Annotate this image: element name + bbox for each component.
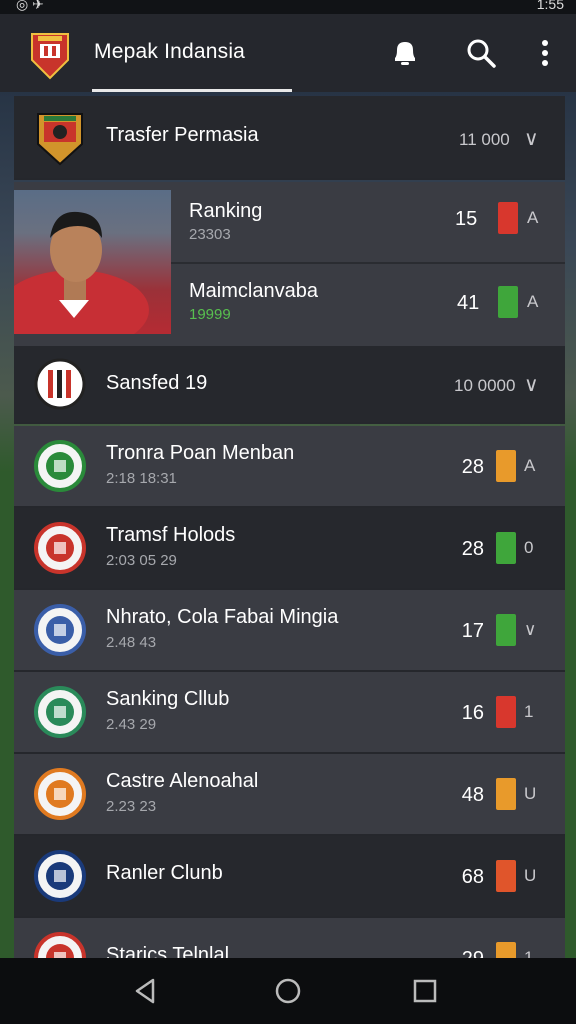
team-trail: 0 [524, 538, 534, 557]
team-name: Ranler Clunb [106, 862, 223, 884]
list-header[interactable]: Trasfer Permasia 11 000 ∨ [14, 96, 565, 180]
player-row-trail: A [527, 292, 539, 311]
team-name: Starics Telnlal [106, 944, 230, 958]
player-row-badge [498, 202, 518, 234]
team-number: 28 [461, 538, 484, 560]
status-badge [496, 614, 516, 646]
team-row[interactable]: Tronra Poan Menban 2:18 18:31 28 A [14, 426, 565, 508]
transfer-list: Trasfer Permasia 11 000 ∨ Ranking 23303 … [14, 96, 565, 958]
team-number: 68 [461, 866, 484, 888]
app-title: Mepak Indansia [94, 40, 246, 63]
team-sub: 2.43 29 [106, 716, 157, 733]
player-row-sub: 23303 [189, 226, 231, 243]
player-row-name: Maimclanvaba [189, 280, 318, 302]
status-badge [496, 696, 516, 728]
active-tab-indicator [92, 89, 292, 92]
bell-icon[interactable] [388, 36, 422, 70]
club-crest-icon [34, 358, 86, 410]
search-icon[interactable] [464, 36, 498, 70]
club-crest-icon [34, 440, 86, 492]
section-title: Sansfed 19 [106, 372, 208, 394]
team-name: Nhrato, Cola Fabai Mingia [106, 606, 339, 628]
chevron-down-icon[interactable]: ∨ [524, 372, 539, 397]
team-name: Tramsf Holods [106, 524, 236, 546]
team-name: Castre Alenoahal [106, 770, 259, 792]
team-number: 16 [461, 702, 484, 724]
club-crest-icon [37, 113, 83, 166]
club-crest-icon [34, 768, 86, 820]
team-trail: U [524, 866, 537, 885]
player-row-trail: A [527, 208, 539, 227]
home-icon[interactable] [273, 976, 303, 1006]
team-name: Tronra Poan Menban [106, 442, 295, 464]
club-crest-icon [34, 604, 86, 656]
team-number: 48 [461, 784, 484, 806]
team-row[interactable]: Tramsf Holods 2:03 05 29 28 0 [14, 508, 565, 590]
app-logo-icon [31, 33, 69, 80]
player-row-maimclanvaba[interactable]: Maimclanvaba 19999 41 A [171, 264, 565, 346]
team-trail: 1 [524, 702, 534, 721]
team-sub: 2:03 05 29 [106, 552, 177, 569]
back-icon[interactable] [131, 976, 161, 1006]
system-nav-bar [0, 958, 576, 1024]
status-badge [496, 942, 516, 958]
player-card: Ranking 23303 15 A Maimclanvaba 19999 41… [14, 182, 565, 346]
team-sub: 2.48 43 [106, 634, 157, 651]
club-crest-icon [34, 686, 86, 738]
chevron-down-icon[interactable]: ∨ [524, 126, 539, 151]
team-number: 17 [461, 620, 484, 642]
club-crest-icon [34, 932, 86, 958]
team-row[interactable]: Castre Alenoahal 2.23 23 48 U [14, 754, 565, 836]
team-number: 29 [444, 948, 484, 958]
club-crest-icon [34, 522, 86, 574]
player-row-name: Ranking [189, 200, 263, 222]
team-trail: A [524, 456, 536, 475]
section-header[interactable]: Sansfed 19 10 0000 ∨ [14, 346, 565, 424]
team-name: Sanking Cllub [106, 688, 230, 710]
player-row-sub: 19999 [189, 306, 231, 323]
team-number: 28 [461, 456, 484, 478]
team-row[interactable]: Nhrato, Cola Fabai Mingia 2.48 43 17 ∨ [14, 590, 565, 672]
status-badge [496, 450, 516, 482]
player-row-badge [498, 286, 518, 318]
status-badge [496, 778, 516, 810]
club-crest-icon [34, 850, 86, 902]
app-bar: Mepak Indansia [0, 14, 576, 92]
status-badge [496, 532, 516, 564]
status-time: 1:55 [536, 0, 564, 12]
status-bar: ◎ ✈ 1:55 [0, 0, 576, 14]
player-row-ranking[interactable]: Ranking 23303 15 A [171, 182, 565, 264]
team-trail: U [524, 784, 537, 803]
section-count: 10 0000 [454, 376, 516, 395]
team-row[interactable]: Starics Telnlal 29 1 [14, 918, 565, 958]
status-badge [496, 860, 516, 892]
team-row[interactable]: Sanking Cllub 2.43 29 16 1 [14, 672, 565, 754]
team-trail: 1 [524, 948, 534, 958]
player-row-num: 41 [457, 292, 480, 314]
team-sub: 2.23 23 [106, 798, 157, 815]
team-sub: 2:18 18:31 [106, 470, 177, 487]
player-photo [14, 190, 171, 334]
player-image [14, 211, 149, 334]
more-vert-icon[interactable] [528, 36, 562, 70]
recents-icon[interactable] [410, 976, 440, 1006]
header-count: 11 000 [459, 130, 510, 149]
player-row-num: 15 [455, 208, 478, 230]
header-title: Trasfer Permasia [106, 124, 259, 146]
status-left-icons: ◎ ✈ [16, 0, 44, 12]
team-trail: ∨ [524, 620, 537, 639]
team-row[interactable]: Ranler Clunb 68 U [14, 836, 565, 918]
